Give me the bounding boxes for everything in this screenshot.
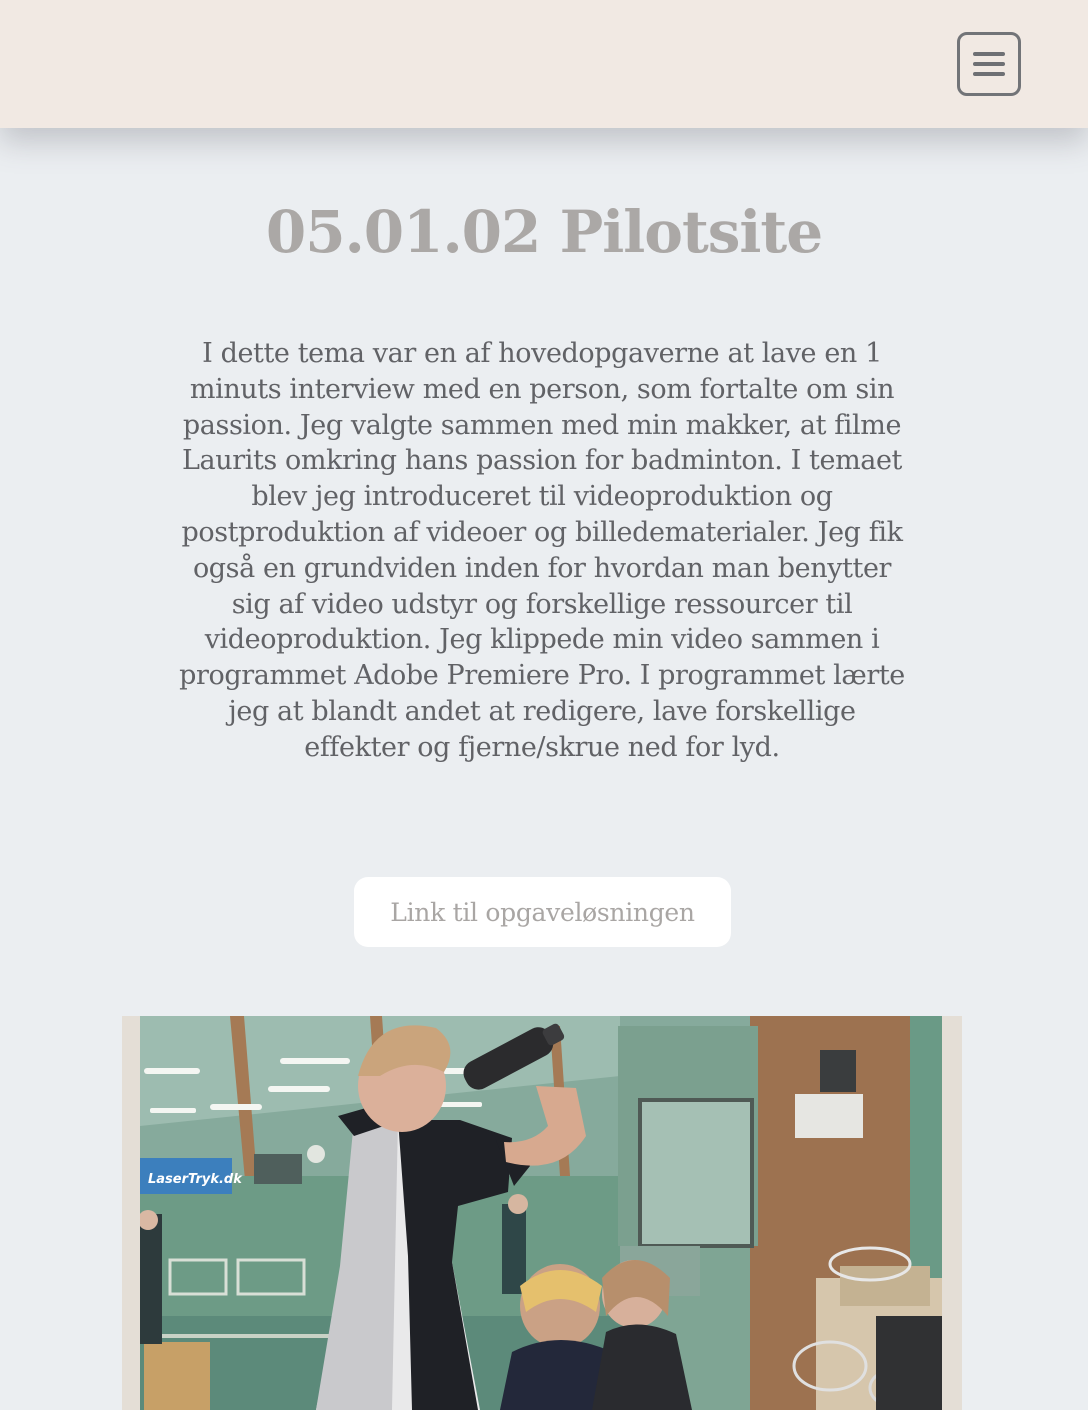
video-player[interactable]: LaserTryk.dk — [140, 1016, 942, 1410]
page-title: 05.01.02 Pilotsite — [265, 198, 823, 266]
video-banner-text: LaserTryk.dk — [148, 1172, 243, 1187]
page-description: I dette tema var en af hovedopgaverne at… — [179, 338, 905, 763]
video-frame: LaserTryk.dk — [122, 1016, 962, 1410]
hamburger-menu-icon — [973, 52, 1005, 76]
menu-button[interactable] — [957, 32, 1021, 96]
task-solution-link-button[interactable]: Link til opgaveløsningen — [354, 877, 731, 947]
video-thumbnail: LaserTryk.dk — [140, 1016, 942, 1410]
site-header — [0, 0, 1088, 128]
